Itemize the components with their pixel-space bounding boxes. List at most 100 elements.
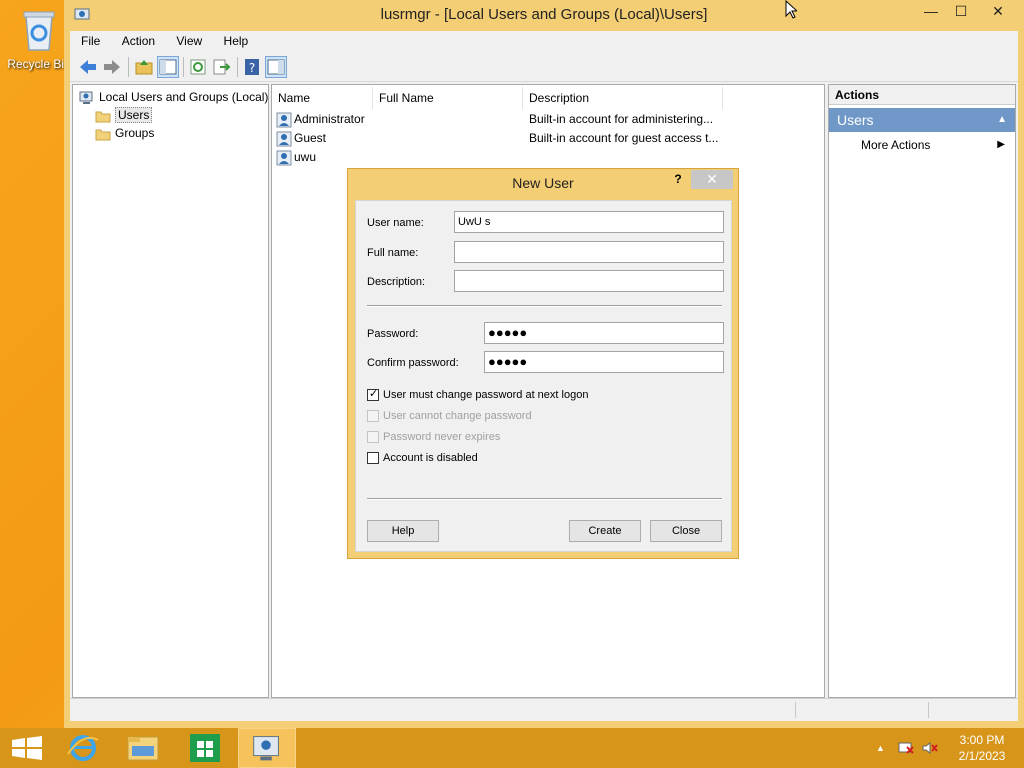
password-label: Password: <box>367 328 419 340</box>
dialog-close-icon[interactable]: ✕ <box>691 170 733 189</box>
status-separator <box>795 702 796 718</box>
password-field[interactable]: ●●●●● <box>484 322 724 344</box>
confirm-password-label: Confirm password: <box>367 357 459 369</box>
status-separator <box>928 702 929 718</box>
password-never-expires-label: Password never expires <box>383 431 501 443</box>
refresh-icon[interactable] <box>188 57 208 77</box>
list-row-uwu[interactable]: uwu <box>276 148 816 167</box>
actions-header: Actions <box>829 85 1015 105</box>
separator-line <box>367 498 722 500</box>
recycle-bin-label: Recycle Bin <box>7 57 71 71</box>
volume-muted-icon[interactable] <box>922 741 938 755</box>
column-header-description[interactable]: Description <box>523 87 723 109</box>
taskbar: ▲ 3:00 PM 2/1/2023 <box>0 728 1024 768</box>
user-icon <box>276 150 292 166</box>
windows-start-icon[interactable] <box>0 728 58 768</box>
tree-item-users[interactable]: Users <box>95 106 153 124</box>
checkmark-icon: ✓ <box>369 388 379 400</box>
recycle-bin-shortcut[interactable]: Recycle Bin <box>6 6 72 71</box>
separator-line <box>367 305 722 307</box>
forward-icon[interactable] <box>102 57 122 77</box>
actions-pane: Actions Users ▲ More Actions ▶ <box>828 84 1016 698</box>
close-window-button[interactable]: ✕ <box>976 0 1020 24</box>
user-icon <box>276 112 292 128</box>
mouse-cursor-icon <box>785 0 797 19</box>
console-tree: Local Users and Groups (Local) Users Gro… <box>72 84 269 698</box>
dialog-help-button[interactable]: ? <box>668 172 688 190</box>
folder-icon <box>95 111 111 123</box>
svg-text:?: ? <box>249 61 255 75</box>
row-description: Built-in account for administering... <box>529 112 714 126</box>
tree-item-groups-label: Groups <box>115 126 155 140</box>
user-icon <box>276 131 292 147</box>
create-button[interactable]: Create <box>569 520 641 542</box>
more-actions-label: More Actions <box>861 138 931 152</box>
maximize-button[interactable]: ☐ <box>946 0 976 24</box>
clock-date: 2/1/2023 <box>958 749 1006 763</box>
computer-users-icon <box>79 91 93 104</box>
actions-section-label: Users <box>837 112 874 128</box>
confirm-password-field[interactable]: ●●●●● <box>484 351 724 373</box>
column-header-full-name[interactable]: Full Name <box>373 87 523 109</box>
password-never-expires-checkbox <box>367 431 379 443</box>
description-field[interactable] <box>454 270 724 292</box>
show-hide-console-tree-icon[interactable] <box>157 56 179 78</box>
help-icon[interactable]: ? <box>242 57 262 77</box>
list-row-administrator[interactable]: Administrator Built-in account for admin… <box>276 110 816 129</box>
username-label: User name: <box>367 217 424 229</box>
tree-item-users-label: Users <box>115 107 153 123</box>
toolbar-separator <box>237 57 238 77</box>
help-button[interactable]: Help <box>367 520 439 542</box>
cannot-change-password-label: User cannot change password <box>383 410 532 422</box>
clock-time: 3:00 PM <box>959 733 1005 747</box>
row-name: Guest <box>294 131 327 145</box>
network-icon[interactable] <box>898 741 914 755</box>
toolbar: ? <box>70 53 1018 82</box>
must-change-password-label[interactable]: User must change password at next logon <box>383 388 588 402</box>
back-icon[interactable] <box>78 57 98 77</box>
menu-bar: File Action View Help <box>70 31 1018 53</box>
window-title: lusrmgr - [Local Users and Groups (Local… <box>380 6 708 23</box>
show-hide-action-pane-icon[interactable] <box>265 56 287 78</box>
description-label: Description: <box>367 276 426 288</box>
dialog-body: User name: UwU s Full name: Description:… <box>355 200 732 552</box>
status-bar <box>70 698 1018 721</box>
recycle-bin-icon <box>23 11 55 51</box>
tree-item-groups[interactable]: Groups <box>95 124 154 142</box>
cannot-change-password-checkbox <box>367 410 379 422</box>
fullname-label: Full name: <box>367 247 419 259</box>
title-bar[interactable]: lusrmgr - [Local Users and Groups (Local… <box>64 0 1024 31</box>
column-header-name[interactable]: Name <box>272 87 373 109</box>
menu-help[interactable]: Help <box>213 31 256 48</box>
list-row-guest[interactable]: Guest Built-in account for guest access … <box>276 129 816 148</box>
account-disabled-checkbox[interactable] <box>367 452 379 464</box>
row-name: uwu <box>294 150 317 164</box>
submenu-arrow-icon: ▶ <box>997 139 1005 150</box>
folder-icon <box>95 129 111 141</box>
toolbar-separator <box>183 57 184 77</box>
toolbar-separator <box>128 57 129 77</box>
export-list-icon[interactable] <box>211 57 231 77</box>
actions-section-users[interactable]: Users ▲ <box>829 108 1015 132</box>
row-description: Built-in account for guest access t... <box>529 131 719 145</box>
username-field[interactable]: UwU s <box>454 211 724 233</box>
tree-root-item[interactable]: Local Users and Groups (Local) <box>79 88 268 106</box>
close-button[interactable]: Close <box>650 520 722 542</box>
more-actions-item[interactable]: More Actions ▶ <box>861 135 1011 155</box>
menu-view[interactable]: View <box>165 31 209 48</box>
fullname-field[interactable] <box>454 241 724 263</box>
show-hidden-icons-icon[interactable]: ▲ <box>876 741 892 755</box>
account-disabled-label[interactable]: Account is disabled <box>383 451 478 465</box>
store-icon[interactable] <box>176 728 234 768</box>
clock[interactable]: 3:00 PM 2/1/2023 <box>950 732 1014 764</box>
collapse-arrow-icon[interactable]: ▲ <box>997 108 1007 132</box>
minimize-button[interactable]: — <box>916 0 946 24</box>
menu-file[interactable]: File <box>70 31 107 48</box>
file-explorer-icon[interactable] <box>114 728 172 768</box>
menu-action[interactable]: Action <box>111 31 162 48</box>
new-user-dialog: New User ? ✕ User name: UwU s Full name:… <box>347 168 739 559</box>
up-folder-icon[interactable] <box>134 57 154 77</box>
internet-explorer-icon[interactable] <box>54 728 112 768</box>
lusrmgr-taskbar-icon[interactable] <box>238 728 296 768</box>
must-change-password-checkbox[interactable]: ✓ <box>367 388 379 401</box>
